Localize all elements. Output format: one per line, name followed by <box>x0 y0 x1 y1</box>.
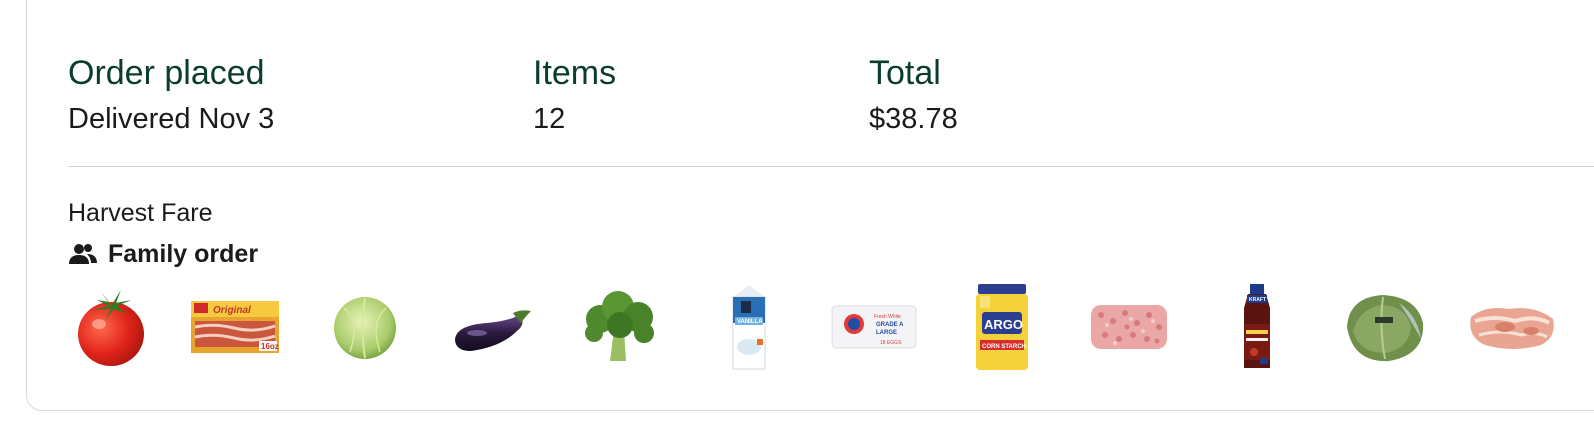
lettuce-image <box>1347 295 1424 362</box>
item-thumbnail-tomato[interactable] <box>64 280 158 374</box>
broccoli-image <box>585 291 654 361</box>
svg-text:18 EGGS: 18 EGGS <box>880 340 902 346</box>
pork-image <box>1470 308 1554 349</box>
store-name: Harvest Fare <box>68 199 213 227</box>
order-placed-value: Delivered Nov 3 <box>68 103 275 135</box>
item-thumbnail-eggs[interactable]: Fresh White GRADE A LARGE 18 EGGS <box>827 280 921 374</box>
item-thumbnail-milk[interactable]: VANILLA <box>702 280 796 374</box>
items-label: Items <box>533 54 617 92</box>
total-block: Total $38.78 <box>869 52 958 137</box>
bacon-image: Original 16oz <box>191 301 279 353</box>
item-thumbnail-bacon[interactable]: Original 16oz <box>188 280 282 374</box>
svg-text:VANILLA: VANILLA <box>737 319 763 325</box>
bbq-sauce-image: KRAFT <box>1244 284 1270 368</box>
eggs-carton-image: Fresh White GRADE A LARGE 18 EGGS <box>831 305 917 349</box>
svg-text:CORN STARCH: CORN STARCH <box>982 344 1026 350</box>
divider <box>68 166 1594 167</box>
item-thumbnail-bbq-sauce[interactable]: KRAFT <box>1210 280 1304 374</box>
order-placed-label: Order placed <box>68 54 265 92</box>
corn-starch-image: ARGO CORN STARCH <box>976 284 1028 370</box>
item-thumbnail-cabbage[interactable] <box>318 280 412 374</box>
eggplant-image <box>455 310 531 351</box>
cabbage-image <box>334 297 396 359</box>
svg-text:Fresh White: Fresh White <box>874 314 901 320</box>
item-thumbnail-corn-starch[interactable]: ARGO CORN STARCH <box>955 280 1049 374</box>
item-thumbnail-ground-meat[interactable] <box>1082 280 1176 374</box>
total-value: $38.78 <box>869 103 958 135</box>
item-thumbnail-lettuce[interactable] <box>1337 280 1431 374</box>
svg-text:16oz: 16oz <box>261 342 279 351</box>
order-placed-block: Order placed Delivered Nov 3 <box>68 52 274 137</box>
svg-text:GRADE A: GRADE A <box>876 322 904 328</box>
svg-text:Original: Original <box>213 305 251 316</box>
item-thumbnail-eggplant[interactable] <box>445 280 539 374</box>
item-thumbnail-broccoli[interactable] <box>573 280 667 374</box>
tomato-image <box>78 290 144 366</box>
svg-text:ARGO: ARGO <box>984 317 1023 332</box>
total-label: Total <box>869 54 941 92</box>
items-block: Items 12 <box>533 52 616 137</box>
milk-carton-image: VANILLA <box>732 285 766 370</box>
items-count: 12 <box>533 103 566 135</box>
family-order-row: Family order <box>68 238 258 270</box>
svg-text:KRAFT: KRAFT <box>1249 297 1266 303</box>
item-thumbnail-pork[interactable] <box>1465 280 1559 374</box>
people-icon <box>68 242 98 266</box>
ground-meat-image <box>1091 305 1167 349</box>
svg-text:LARGE: LARGE <box>876 330 897 336</box>
family-order-label: Family order <box>108 240 259 268</box>
